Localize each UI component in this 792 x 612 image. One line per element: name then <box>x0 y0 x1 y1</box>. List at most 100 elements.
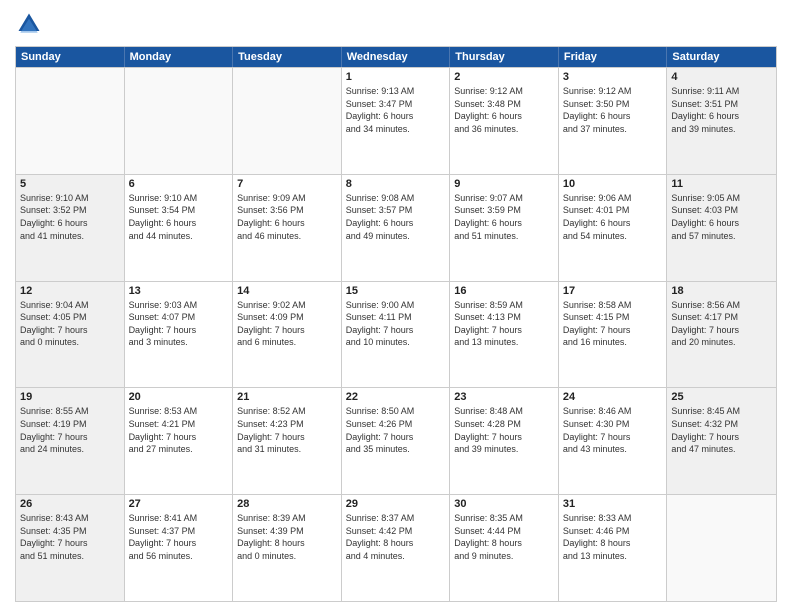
day-number: 6 <box>129 178 229 190</box>
cell-info: Sunrise: 9:12 AM Sunset: 3:50 PM Dayligh… <box>563 85 663 135</box>
calendar-cell: 12 Sunrise: 9:04 AM Sunset: 4:05 PM Dayli… <box>16 282 125 388</box>
day-number: 28 <box>237 498 337 510</box>
day-number: 12 <box>20 285 120 297</box>
logo <box>15 10 47 38</box>
calendar-row: 19 Sunrise: 8:55 AM Sunset: 4:19 PM Dayli… <box>16 387 776 494</box>
cell-info: Sunrise: 9:13 AM Sunset: 3:47 PM Dayligh… <box>346 85 446 135</box>
calendar-cell: 20Sunrise: 8:53 AM Sunset: 4:21 PM Dayli… <box>125 388 234 494</box>
calendar-header: SundayMondayTuesdayWednesdayThursdayFrid… <box>16 47 776 67</box>
calendar-cell: 9Sunrise: 9:07 AM Sunset: 3:59 PM Daylig… <box>450 175 559 281</box>
day-number: 14 <box>237 285 337 297</box>
calendar-cell: 25 Sunrise: 8:45 AM Sunset: 4:32 PM Dayli… <box>667 388 776 494</box>
cell-info: Sunrise: 8:43 AM Sunset: 4:35 PM Dayligh… <box>20 512 120 562</box>
calendar-cell: 16 Sunrise: 8:59 AM Sunset: 4:13 PM Dayli… <box>450 282 559 388</box>
cell-info: Sunrise: 9:06 AM Sunset: 4:01 PM Dayligh… <box>563 192 663 242</box>
day-number: 1 <box>346 71 446 83</box>
day-number: 29 <box>346 498 446 510</box>
cell-info: Sunrise: 9:04 AM Sunset: 4:05 PM Dayligh… <box>20 299 120 349</box>
day-number: 3 <box>563 71 663 83</box>
cell-info: Sunrise: 9:05 AM Sunset: 4:03 PM Dayligh… <box>671 192 772 242</box>
calendar-cell: 14 Sunrise: 9:02 AM Sunset: 4:09 PM Dayli… <box>233 282 342 388</box>
calendar-cell: 5 Sunrise: 9:10 AM Sunset: 3:52 PM Daylig… <box>16 175 125 281</box>
logo-icon <box>15 10 43 38</box>
cell-info: Sunrise: 8:37 AM Sunset: 4:42 PM Dayligh… <box>346 512 446 562</box>
day-number: 9 <box>454 178 554 190</box>
calendar-cell: 18 Sunrise: 8:56 AM Sunset: 4:17 PM Dayli… <box>667 282 776 388</box>
calendar-cell: 3 Sunrise: 9:12 AM Sunset: 3:50 PM Daylig… <box>559 68 668 174</box>
calendar-cell: 21 Sunrise: 8:52 AM Sunset: 4:23 PM Dayli… <box>233 388 342 494</box>
calendar-row: 5 Sunrise: 9:10 AM Sunset: 3:52 PM Daylig… <box>16 174 776 281</box>
day-number: 21 <box>237 391 337 403</box>
cell-info: Sunrise: 9:12 AM Sunset: 3:48 PM Dayligh… <box>454 85 554 135</box>
calendar-cell: 10 Sunrise: 9:06 AM Sunset: 4:01 PM Dayli… <box>559 175 668 281</box>
cell-info: Sunrise: 8:33 AM Sunset: 4:46 PM Dayligh… <box>563 512 663 562</box>
calendar-cell: 22 Sunrise: 8:50 AM Sunset: 4:26 PM Dayli… <box>342 388 451 494</box>
day-number: 17 <box>563 285 663 297</box>
cell-info: Sunrise: 8:50 AM Sunset: 4:26 PM Dayligh… <box>346 405 446 455</box>
cell-info: Sunrise: 9:08 AM Sunset: 3:57 PM Dayligh… <box>346 192 446 242</box>
cell-info: Sunrise: 8:58 AM Sunset: 4:15 PM Dayligh… <box>563 299 663 349</box>
day-number: 2 <box>454 71 554 83</box>
weekday-header: Wednesday <box>342 47 451 67</box>
cell-info: Sunrise: 9:00 AM Sunset: 4:11 PM Dayligh… <box>346 299 446 349</box>
calendar-row: 26 Sunrise: 8:43 AM Sunset: 4:35 PM Dayli… <box>16 494 776 601</box>
day-number: 26 <box>20 498 120 510</box>
day-number: 16 <box>454 285 554 297</box>
cell-info: Sunrise: 8:53 AM Sunset: 4:21 PM Dayligh… <box>129 405 229 455</box>
cell-info: Sunrise: 8:41 AM Sunset: 4:37 PM Dayligh… <box>129 512 229 562</box>
calendar-cell <box>233 68 342 174</box>
calendar-cell: 13Sunrise: 9:03 AM Sunset: 4:07 PM Dayli… <box>125 282 234 388</box>
cell-info: Sunrise: 9:10 AM Sunset: 3:52 PM Dayligh… <box>20 192 120 242</box>
day-number: 19 <box>20 391 120 403</box>
calendar-cell: 4 Sunrise: 9:11 AM Sunset: 3:51 PM Daylig… <box>667 68 776 174</box>
cell-info: Sunrise: 8:45 AM Sunset: 4:32 PM Dayligh… <box>671 405 772 455</box>
calendar-row: 12 Sunrise: 9:04 AM Sunset: 4:05 PM Dayli… <box>16 281 776 388</box>
cell-info: Sunrise: 9:11 AM Sunset: 3:51 PM Dayligh… <box>671 85 772 135</box>
calendar-cell: 29 Sunrise: 8:37 AM Sunset: 4:42 PM Dayli… <box>342 495 451 601</box>
day-number: 23 <box>454 391 554 403</box>
calendar-cell: 30 Sunrise: 8:35 AM Sunset: 4:44 PM Dayli… <box>450 495 559 601</box>
calendar-cell: 23Sunrise: 8:48 AM Sunset: 4:28 PM Dayli… <box>450 388 559 494</box>
calendar-cell: 24 Sunrise: 8:46 AM Sunset: 4:30 PM Dayli… <box>559 388 668 494</box>
weekday-header: Tuesday <box>233 47 342 67</box>
day-number: 22 <box>346 391 446 403</box>
cell-info: Sunrise: 9:03 AM Sunset: 4:07 PM Dayligh… <box>129 299 229 349</box>
calendar-cell: 6Sunrise: 9:10 AM Sunset: 3:54 PM Daylig… <box>125 175 234 281</box>
weekday-header: Thursday <box>450 47 559 67</box>
calendar-cell <box>16 68 125 174</box>
day-number: 5 <box>20 178 120 190</box>
day-number: 4 <box>671 71 772 83</box>
calendar-cell: 19 Sunrise: 8:55 AM Sunset: 4:19 PM Dayli… <box>16 388 125 494</box>
calendar-cell: 1 Sunrise: 9:13 AM Sunset: 3:47 PM Daylig… <box>342 68 451 174</box>
cell-info: Sunrise: 8:35 AM Sunset: 4:44 PM Dayligh… <box>454 512 554 562</box>
cell-info: Sunrise: 8:39 AM Sunset: 4:39 PM Dayligh… <box>237 512 337 562</box>
day-number: 18 <box>671 285 772 297</box>
calendar-cell: 7Sunrise: 9:09 AM Sunset: 3:56 PM Daylig… <box>233 175 342 281</box>
cell-info: Sunrise: 8:46 AM Sunset: 4:30 PM Dayligh… <box>563 405 663 455</box>
header <box>15 10 777 38</box>
calendar-cell <box>125 68 234 174</box>
cell-info: Sunrise: 8:56 AM Sunset: 4:17 PM Dayligh… <box>671 299 772 349</box>
calendar-cell: 2 Sunrise: 9:12 AM Sunset: 3:48 PM Daylig… <box>450 68 559 174</box>
day-number: 27 <box>129 498 229 510</box>
day-number: 24 <box>563 391 663 403</box>
cell-info: Sunrise: 8:52 AM Sunset: 4:23 PM Dayligh… <box>237 405 337 455</box>
day-number: 8 <box>346 178 446 190</box>
day-number: 25 <box>671 391 772 403</box>
cell-info: Sunrise: 8:55 AM Sunset: 4:19 PM Dayligh… <box>20 405 120 455</box>
cell-info: Sunrise: 9:02 AM Sunset: 4:09 PM Dayligh… <box>237 299 337 349</box>
day-number: 10 <box>563 178 663 190</box>
cell-info: Sunrise: 8:59 AM Sunset: 4:13 PM Dayligh… <box>454 299 554 349</box>
weekday-header: Monday <box>125 47 234 67</box>
day-number: 15 <box>346 285 446 297</box>
calendar-cell <box>667 495 776 601</box>
calendar-cell: 31Sunrise: 8:33 AM Sunset: 4:46 PM Dayli… <box>559 495 668 601</box>
calendar-cell: 15 Sunrise: 9:00 AM Sunset: 4:11 PM Dayli… <box>342 282 451 388</box>
calendar-cell: 27 Sunrise: 8:41 AM Sunset: 4:37 PM Dayli… <box>125 495 234 601</box>
weekday-header: Friday <box>559 47 668 67</box>
calendar-row: 1 Sunrise: 9:13 AM Sunset: 3:47 PM Daylig… <box>16 67 776 174</box>
cell-info: Sunrise: 9:09 AM Sunset: 3:56 PM Dayligh… <box>237 192 337 242</box>
day-number: 30 <box>454 498 554 510</box>
calendar-cell: 11 Sunrise: 9:05 AM Sunset: 4:03 PM Dayli… <box>667 175 776 281</box>
day-number: 11 <box>671 178 772 190</box>
